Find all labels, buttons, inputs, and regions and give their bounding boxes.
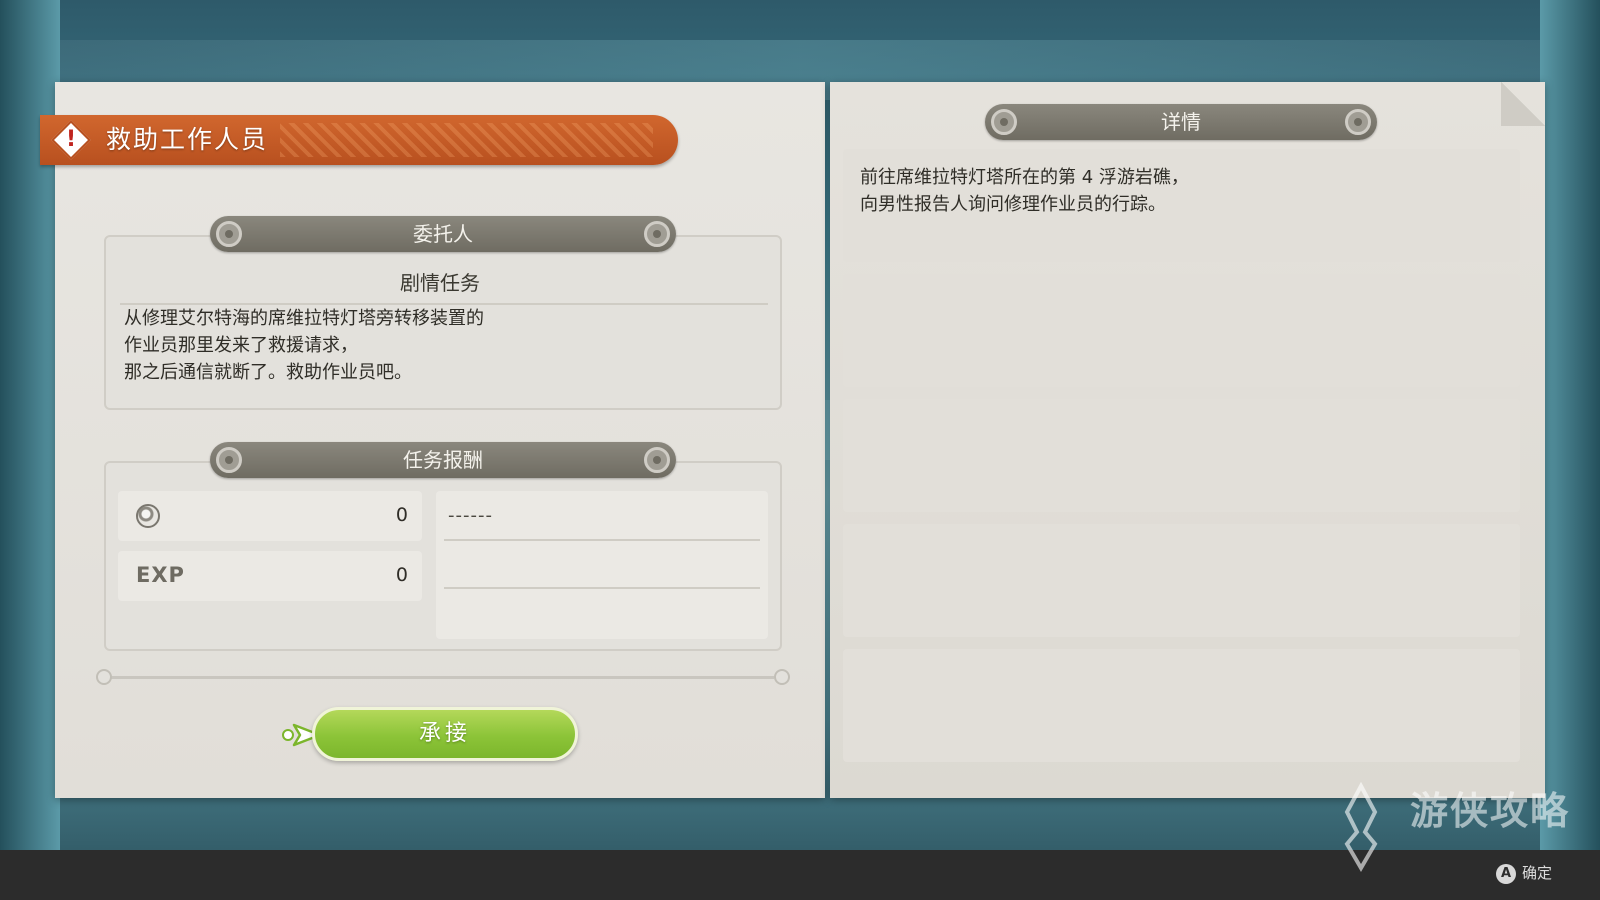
coin-icon — [136, 504, 160, 528]
detail-row — [843, 524, 1520, 637]
details-line: 前往席维拉特灯塔所在的第 4 浮游岩礁， — [860, 167, 1189, 188]
quest-info-panel — [55, 82, 825, 798]
details-header: 详情 — [985, 104, 1377, 140]
exp-label: EXP — [136, 563, 185, 587]
detail-row — [843, 399, 1520, 512]
client-type: 剧情任务 — [400, 271, 480, 295]
warning-diamond-icon: ! — [51, 120, 91, 160]
page-corner-fold — [1501, 82, 1545, 126]
quest-title-banner: ! 救助工作人员 — [40, 115, 678, 165]
exp-value: 0 — [395, 564, 408, 586]
details-header-label: 详情 — [1161, 110, 1201, 134]
confirm-hint[interactable]: A 确定 — [1495, 862, 1552, 884]
client-description-line: 从修理艾尔特海的席维拉特灯塔旁转移装置的 — [124, 308, 484, 329]
header-knob-icon — [216, 221, 242, 247]
item-divider — [444, 587, 760, 589]
a-button-icon: A — [1495, 863, 1516, 884]
banner-pattern — [280, 123, 653, 157]
watermark-text: 游侠攻略 — [1409, 789, 1570, 833]
scroll-start-dot — [96, 669, 112, 685]
detail-row — [843, 274, 1520, 387]
rewards-header-label: 任务报酬 — [403, 448, 483, 472]
confirm-label: 确定 — [1521, 864, 1552, 882]
item-divider — [444, 539, 760, 541]
header-knob-icon — [1345, 109, 1371, 135]
item-reward: ------ — [448, 505, 493, 526]
accept-button[interactable]: 承接 — [312, 707, 578, 761]
item-reward-panel: ------ — [436, 491, 768, 639]
client-description-line: 作业员那里发来了救援请求， — [124, 335, 358, 356]
watermark-logo-icon — [1344, 782, 1378, 872]
client-header: 委托人 — [210, 216, 676, 252]
background-edge-right — [1540, 0, 1600, 900]
header-knob-icon — [644, 447, 670, 473]
exp-reward-row: EXP 0 — [118, 551, 422, 601]
header-knob-icon — [991, 109, 1017, 135]
currency-reward-row: 0 — [118, 491, 422, 541]
header-knob-icon — [644, 221, 670, 247]
client-description-line: 那之后通信就断了。救助作业员吧。 — [124, 362, 412, 383]
details-description: 前往席维拉特灯塔所在的第 4 浮游岩礁， 向男性报告人询问修理作业员的行踪。 — [860, 164, 1500, 218]
client-header-label: 委托人 — [413, 222, 473, 246]
rewards-header: 任务报酬 — [210, 442, 676, 478]
detail-row — [843, 649, 1520, 762]
header-knob-icon — [216, 447, 242, 473]
details-line: 向男性报告人询问修理作业员的行踪。 — [860, 194, 1166, 215]
quest-title: 救助工作人员 — [106, 125, 269, 154]
client-description: 从修理艾尔特海的席维拉特灯塔旁转移装置的 作业员那里发来了救援请求， 那之后通信… — [124, 305, 724, 386]
scroll-track[interactable] — [104, 676, 774, 679]
scroll-end-dot — [774, 669, 790, 685]
currency-value: 0 — [395, 504, 408, 526]
